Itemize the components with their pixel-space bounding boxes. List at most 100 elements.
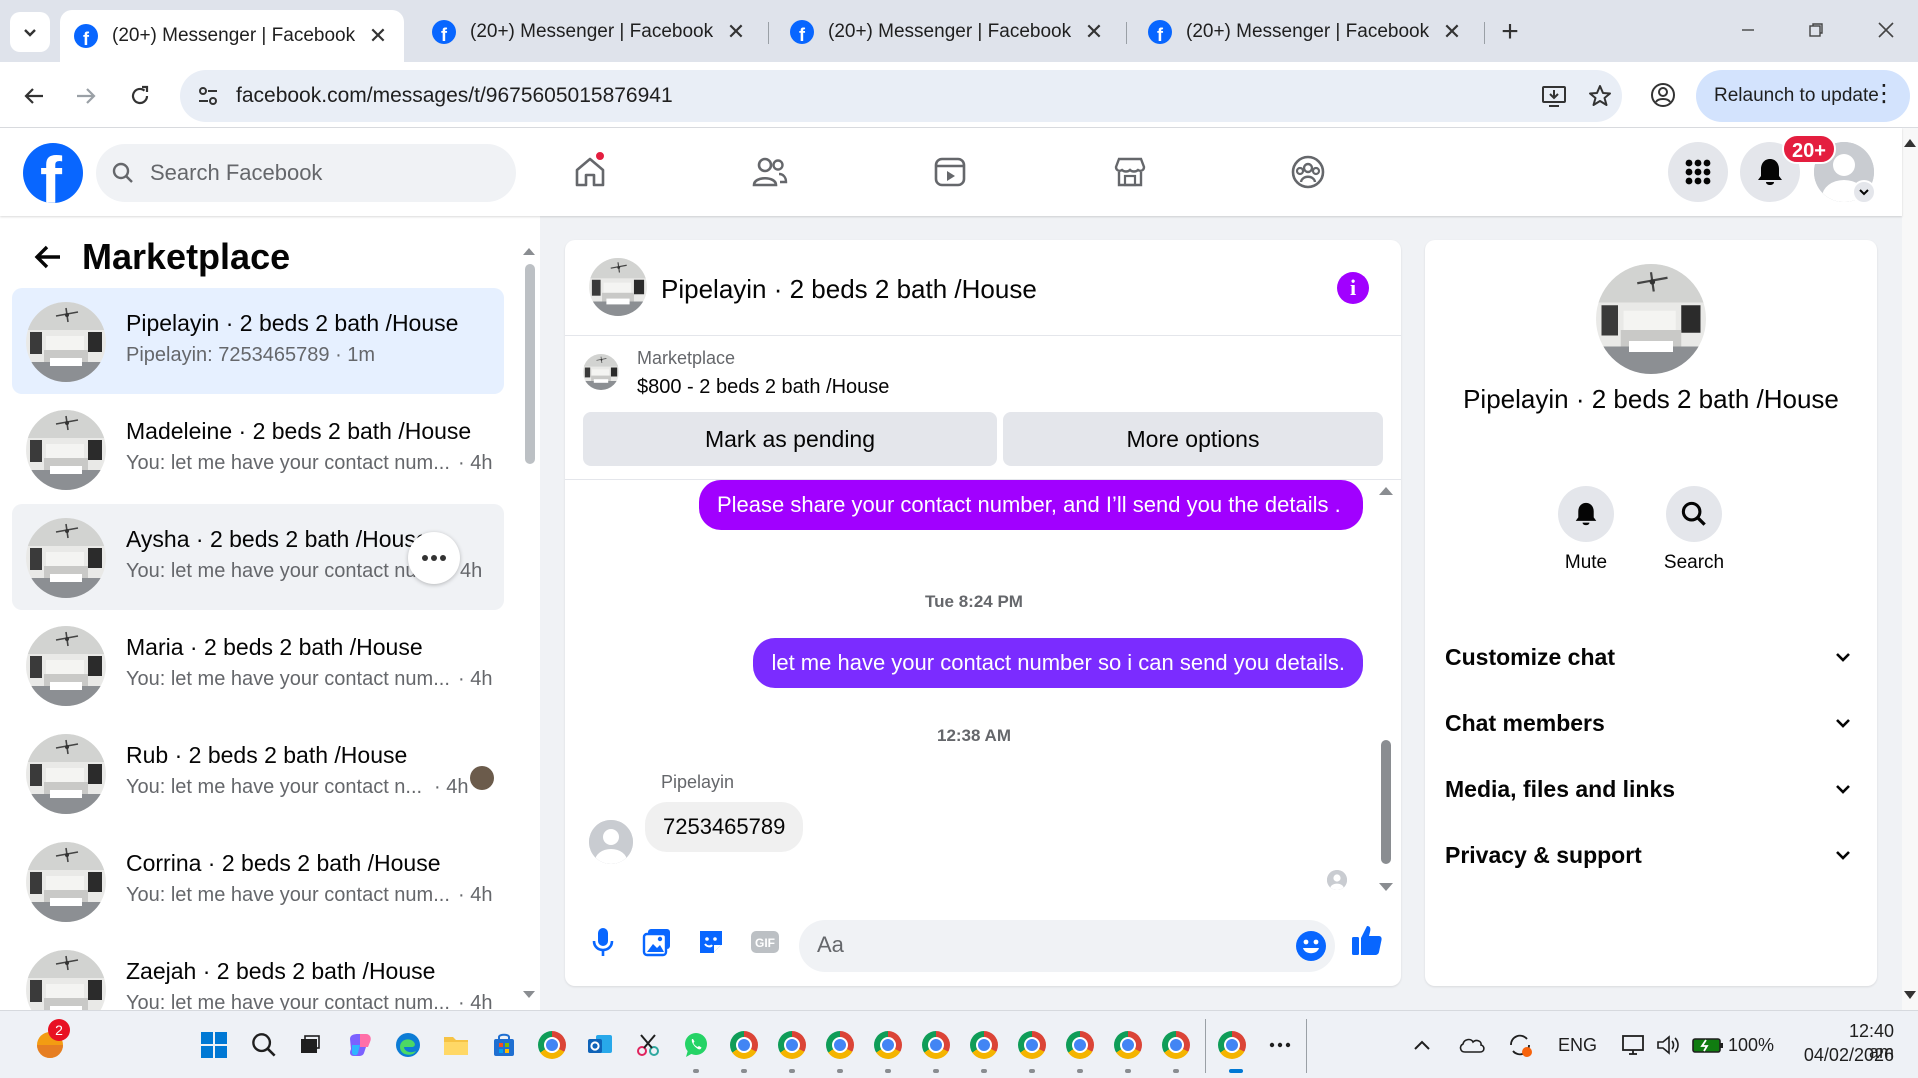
home-nav-button[interactable]: [560, 142, 620, 202]
page-scrollbar[interactable]: [1902, 128, 1918, 1010]
conversation-item[interactable]: Aysha · 2 beds 2 bath /House You: let me…: [12, 504, 504, 610]
sidebar-back-button[interactable]: [28, 237, 68, 277]
sidebar-scrollbar[interactable]: [522, 246, 536, 998]
edge-app[interactable]: [390, 1027, 426, 1063]
minimize-window-button[interactable]: [1724, 12, 1772, 48]
whatsapp-app[interactable]: [678, 1027, 714, 1063]
info-avatar[interactable]: [1596, 264, 1706, 374]
browser-tab-3[interactable]: f (20+) Messenger | Facebook ✕: [776, 10, 1120, 54]
chrome-profile-button[interactable]: [1646, 78, 1680, 112]
incoming-message[interactable]: 7253465789: [645, 802, 804, 852]
file-explorer-app[interactable]: [438, 1027, 474, 1063]
mark-as-pending-button[interactable]: Mark as pending: [583, 412, 997, 466]
more-options-button[interactable]: More options: [1003, 412, 1383, 466]
listing-price-title[interactable]: $800 - 2 beds 2 bath /House: [637, 376, 889, 399]
info-icon[interactable]: i: [1337, 272, 1369, 304]
chrome-window-6[interactable]: [966, 1027, 1002, 1063]
privacy-support-section[interactable]: Privacy & support: [1445, 830, 1857, 880]
battery-tray[interactable]: [1690, 1027, 1726, 1063]
task-view-button[interactable]: [292, 1027, 328, 1063]
friends-nav-button[interactable]: [740, 142, 800, 202]
back-button[interactable]: [14, 76, 54, 116]
chrome-window-4[interactable]: [870, 1027, 906, 1063]
clock-date[interactable]: 04/02/2026: [1796, 1045, 1894, 1066]
conversation-item[interactable]: Rub · 2 beds 2 bath /House You: let me h…: [12, 720, 504, 826]
chrome-window-1[interactable]: [726, 1027, 762, 1063]
relaunch-to-update-button[interactable]: Relaunch to update ⋮: [1696, 70, 1910, 122]
start-button[interactable]: [196, 1027, 232, 1063]
conversation-item[interactable]: Pipelayin · 2 beds 2 bath /House Pipelay…: [12, 288, 504, 394]
chrome-window-9[interactable]: [1110, 1027, 1146, 1063]
chat-members-section[interactable]: Chat members: [1445, 698, 1857, 748]
reload-button[interactable]: [120, 76, 160, 116]
customize-chat-section[interactable]: Customize chat: [1445, 632, 1857, 682]
facebook-search-box[interactable]: [96, 144, 516, 202]
facebook-search-input[interactable]: [150, 160, 450, 186]
close-tab-icon[interactable]: ✕: [1082, 19, 1106, 45]
volume-tray[interactable]: [1650, 1027, 1686, 1063]
onedrive-tray[interactable]: [1454, 1027, 1490, 1063]
conversation-item[interactable]: Maria · 2 beds 2 bath /House You: let me…: [12, 612, 504, 718]
conversation-item[interactable]: Zaejah · 2 beds 2 bath /House You: let m…: [12, 936, 504, 1010]
outgoing-message[interactable]: let me have your contact number so i can…: [753, 638, 1363, 688]
browser-tab-4[interactable]: f (20+) Messenger | Facebook ✕: [1134, 10, 1478, 54]
sticker-button[interactable]: [691, 922, 731, 962]
sync-tray[interactable]: [1502, 1027, 1538, 1063]
chrome-window-7[interactable]: [1014, 1027, 1050, 1063]
message-input[interactable]: [817, 932, 1257, 958]
chat-avatar[interactable]: [589, 258, 647, 316]
url-text[interactable]: facebook.com/messages/t/9675605015876941: [236, 84, 673, 108]
conversation-item[interactable]: Madeleine · 2 beds 2 bath /House You: le…: [12, 396, 504, 502]
listing-thumbnail[interactable]: [583, 354, 619, 390]
chat-scroll-thumb[interactable]: [1381, 740, 1391, 864]
marketplace-nav-button[interactable]: [1100, 142, 1160, 202]
chrome-window-3[interactable]: [822, 1027, 858, 1063]
conversation-more-button[interactable]: [408, 532, 460, 584]
emoji-icon[interactable]: [1295, 930, 1327, 962]
close-tab-icon[interactable]: ✕: [724, 19, 748, 45]
gaming-nav-button[interactable]: [1278, 142, 1338, 202]
chrome-window-2[interactable]: [774, 1027, 810, 1063]
outgoing-message[interactable]: Please share your contact number, and I’…: [699, 480, 1363, 530]
attach-photo-button[interactable]: [637, 922, 677, 962]
new-tab-button[interactable]: +: [1492, 14, 1528, 50]
site-info-button[interactable]: [192, 80, 224, 112]
media-files-links-section[interactable]: Media, files and links: [1445, 764, 1857, 814]
close-window-button[interactable]: [1862, 12, 1910, 48]
voice-clip-button[interactable]: [583, 922, 623, 962]
sidebar-scroll-thumb[interactable]: [525, 264, 535, 464]
chrome-window-5[interactable]: [918, 1027, 954, 1063]
language-indicator[interactable]: ENG: [1558, 1035, 1597, 1056]
facebook-logo[interactable]: f: [23, 143, 83, 203]
sender-avatar[interactable]: [589, 820, 633, 864]
network-tray[interactable]: [1616, 1027, 1652, 1063]
show-hidden-icons-button[interactable]: [1404, 1027, 1440, 1063]
chrome-app[interactable]: [534, 1027, 570, 1063]
outlook-app[interactable]: [582, 1027, 618, 1063]
snipping-tool-app[interactable]: [630, 1027, 666, 1063]
close-tab-icon[interactable]: ✕: [366, 23, 390, 49]
chat-title[interactable]: Pipelayin · 2 beds 2 bath /House: [661, 274, 1037, 305]
copilot-app[interactable]: [342, 1027, 378, 1063]
account-menu-chevron[interactable]: [1852, 180, 1876, 204]
menu-button[interactable]: [1668, 142, 1728, 202]
restore-window-button[interactable]: [1792, 12, 1840, 48]
forward-button[interactable]: [66, 76, 106, 116]
store-app[interactable]: [486, 1027, 522, 1063]
gif-button[interactable]: GIF: [745, 922, 785, 962]
install-app-button[interactable]: [1538, 80, 1570, 112]
mute-action[interactable]: Mute: [1541, 486, 1631, 574]
search-in-conversation-action[interactable]: Search: [1649, 486, 1739, 574]
tab-search-button[interactable]: [10, 12, 50, 52]
browser-tab-2[interactable]: f (20+) Messenger | Facebook ✕: [418, 10, 762, 54]
taskbar-search-button[interactable]: [246, 1027, 282, 1063]
chrome-window-8[interactable]: [1062, 1027, 1098, 1063]
chrome-window-active[interactable]: [1214, 1027, 1250, 1063]
address-bar[interactable]: facebook.com/messages/t/9675605015876941: [180, 70, 1622, 122]
browser-tab-1[interactable]: f (20+) Messenger | Facebook ✕: [60, 10, 404, 62]
conversation-item[interactable]: Corrina · 2 beds 2 bath /House You: let …: [12, 828, 504, 934]
like-button[interactable]: [1347, 920, 1387, 960]
chat-scrollbar[interactable]: [1377, 484, 1395, 894]
kebab-menu-icon[interactable]: ⋮: [1872, 82, 1896, 106]
close-tab-icon[interactable]: ✕: [1440, 19, 1464, 45]
